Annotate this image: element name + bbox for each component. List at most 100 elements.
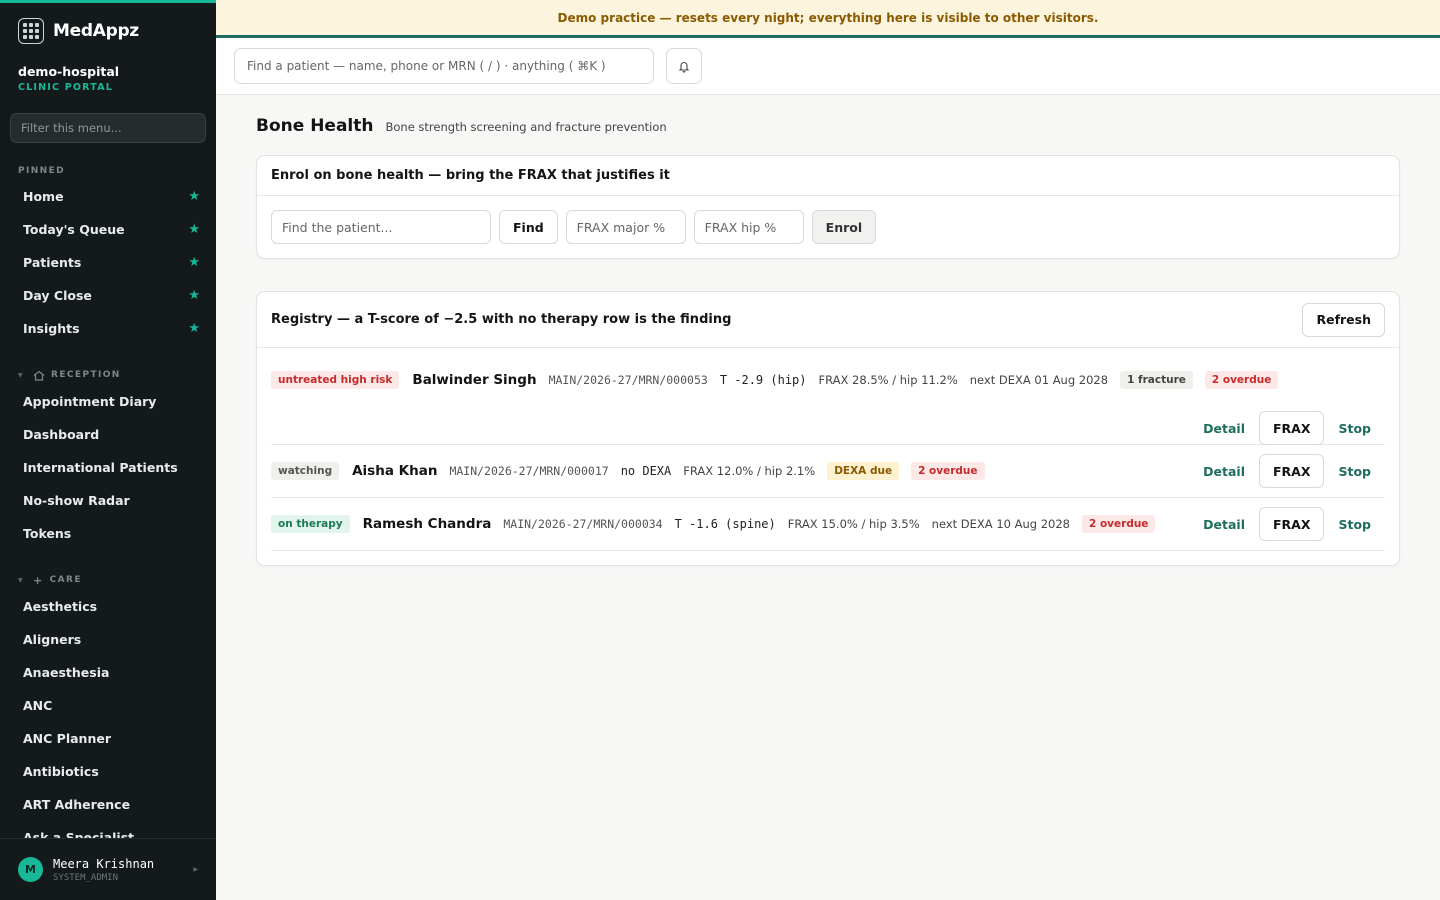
overdue-badge: 2 overdue xyxy=(911,462,985,480)
find-button[interactable]: Find xyxy=(499,210,558,244)
notifications-button[interactable] xyxy=(666,48,702,84)
status-badge: on therapy xyxy=(271,515,350,533)
nav-item-patients[interactable]: Patients ★ xyxy=(0,246,216,279)
table-row: on therapy Ramesh Chandra MAIN/2026-27/M… xyxy=(271,498,1385,551)
enrol-card: Enrol on bone health — bring the FRAX th… xyxy=(256,155,1400,259)
nav-item-label: No-show Radar xyxy=(23,493,130,508)
nav-item-label: ANC Planner xyxy=(23,731,111,746)
frax-button[interactable]: FRAX xyxy=(1259,507,1325,541)
fracture-badge: 1 fracture xyxy=(1120,371,1193,389)
detail-button[interactable]: Detail xyxy=(1189,421,1259,436)
frax-button[interactable]: FRAX xyxy=(1259,411,1325,445)
frax-values: FRAX 12.0% / hip 2.1% xyxy=(683,464,816,478)
section-reception[interactable]: ▼ RECEPTION xyxy=(0,367,216,383)
section-care[interactable]: ▼ + CARE xyxy=(0,572,216,588)
detail-button[interactable]: Detail xyxy=(1189,464,1259,479)
menu-filter-input[interactable] xyxy=(10,113,206,143)
star-icon[interactable]: ★ xyxy=(188,189,200,204)
nav-item-todays-queue[interactable]: Today's Queue ★ xyxy=(0,213,216,246)
nav-item-no-show-radar[interactable]: No-show Radar xyxy=(0,484,216,517)
patient-name-link[interactable]: Balwinder Singh xyxy=(412,372,536,388)
nav-item-day-close[interactable]: Day Close ★ xyxy=(0,279,216,312)
nav-item-aesthetics[interactable]: Aesthetics xyxy=(0,590,216,623)
nav-item-appointment-diary[interactable]: Appointment Diary xyxy=(0,385,216,418)
nav-item-insights[interactable]: Insights ★ xyxy=(0,312,216,345)
brand[interactable]: MedAppz xyxy=(0,3,216,59)
grid-logo-icon xyxy=(18,18,44,44)
nav-item-label: Tokens xyxy=(23,526,72,541)
row-actions: Detail FRAX Stop xyxy=(1189,507,1385,541)
patient-mrn: MAIN/2026-27/MRN/000053 xyxy=(548,373,708,387)
nav-list[interactable]: PINNED Home ★ Today's Queue ★ Patients ★ Da… xyxy=(0,163,216,841)
patient-search-input[interactable] xyxy=(234,48,654,84)
nav-item-anc[interactable]: ANC xyxy=(0,689,216,722)
patient-name-link[interactable]: Aisha Khan xyxy=(352,463,437,479)
nav-item-label: ANC xyxy=(23,698,53,713)
user-name: Meera Krishnan xyxy=(53,856,155,871)
topbar xyxy=(216,38,1440,95)
nav-item-anc-planner[interactable]: ANC Planner xyxy=(0,722,216,755)
patient-mrn: MAIN/2026-27/MRN/000034 xyxy=(503,517,663,531)
status-badge: watching xyxy=(271,462,340,480)
nav-item-label: Patients xyxy=(23,255,82,270)
enrol-button[interactable]: Enrol xyxy=(811,210,877,244)
stop-button[interactable]: Stop xyxy=(1324,464,1385,479)
org-sub: CLINIC PORTAL xyxy=(18,82,114,93)
nav-item-label: Today's Queue xyxy=(23,222,125,237)
detail-button[interactable]: Detail xyxy=(1189,517,1259,532)
t-score: T -1.6 (spine) xyxy=(674,517,776,531)
chevron-down-icon: ▼ xyxy=(18,371,25,379)
row-actions: Detail FRAX Stop xyxy=(1189,454,1385,488)
enrol-heading: Enrol on bone health — bring the FRAX th… xyxy=(257,156,1399,196)
chevron-down-icon: ▼ xyxy=(18,576,25,584)
chevron-icon: ▶ xyxy=(193,866,198,873)
table-row: watching Aisha Khan MAIN/2026-27/MRN/000… xyxy=(271,445,1385,498)
star-icon[interactable]: ★ xyxy=(188,288,200,303)
dexa-due-badge: DEXA due xyxy=(827,462,900,480)
stop-button[interactable]: Stop xyxy=(1324,517,1385,532)
nav-item-label: Antibiotics xyxy=(23,764,99,779)
demo-banner: Demo practice — resets every night; ever… xyxy=(216,0,1440,38)
frax-hip-input[interactable] xyxy=(693,210,804,244)
frax-values: FRAX 28.5% / hip 11.2% xyxy=(818,373,958,387)
status-badge: untreated high risk xyxy=(271,371,400,389)
nav-item-label: Aligners xyxy=(23,632,82,647)
nav-item-label: International Patients xyxy=(23,460,178,475)
nav-item-label: ART Adherence xyxy=(23,797,131,812)
org-name: demo-hospital xyxy=(18,64,120,79)
nav-item-aligners[interactable]: Aligners xyxy=(0,623,216,656)
frax-values: FRAX 15.0% / hip 3.5% xyxy=(787,517,920,531)
row-info: untreated high risk Balwinder Singh MAIN… xyxy=(271,348,1385,412)
nav-item-antibiotics[interactable]: Antibiotics xyxy=(0,755,216,788)
next-dexa: next DEXA 10 Aug 2028 xyxy=(931,517,1070,531)
brand-name: MedAppz xyxy=(53,21,139,41)
frax-button[interactable]: FRAX xyxy=(1259,454,1325,488)
nav-item-anaesthesia[interactable]: Anaesthesia xyxy=(0,656,216,689)
demo-banner-text: Demo practice — resets every night; ever… xyxy=(557,10,1099,25)
row-actions: Detail FRAX Stop xyxy=(271,406,1385,450)
section-pinned: PINNED xyxy=(0,163,216,179)
nav-item-tokens[interactable]: Tokens xyxy=(0,517,216,550)
nav-item-dashboard[interactable]: Dashboard xyxy=(0,418,216,451)
nav-item-international-patients[interactable]: International Patients xyxy=(0,451,216,484)
bell-icon xyxy=(678,61,690,73)
stop-button[interactable]: Stop xyxy=(1324,421,1385,436)
row-info: on therapy Ramesh Chandra MAIN/2026-27/M… xyxy=(271,498,1385,550)
enrol-patient-input[interactable] xyxy=(271,210,491,244)
patient-mrn: MAIN/2026-27/MRN/000017 xyxy=(449,464,609,478)
star-icon[interactable]: ★ xyxy=(188,255,200,270)
registry-heading: Registry — a T-score of −2.5 with no the… xyxy=(271,312,732,327)
t-score: no DEXA xyxy=(620,464,672,478)
frax-major-input[interactable] xyxy=(565,210,686,244)
page-subtitle: Bone strength screening and fracture pre… xyxy=(385,120,667,134)
star-icon[interactable]: ★ xyxy=(188,321,200,336)
nav-item-label: Home xyxy=(23,189,64,204)
nav-item-home[interactable]: Home ★ xyxy=(0,180,216,213)
star-icon[interactable]: ★ xyxy=(188,222,200,237)
user-menu[interactable]: M Meera Krishnan SYSTEM_ADMIN ▶ xyxy=(0,838,216,900)
patient-name-link[interactable]: Ramesh Chandra xyxy=(363,516,492,532)
refresh-button[interactable]: Refresh xyxy=(1302,302,1385,337)
nav-item-label: Insights xyxy=(23,321,80,336)
t-score: T -2.9 (hip) xyxy=(719,373,807,387)
nav-item-art-adherence[interactable]: ART Adherence xyxy=(0,788,216,821)
